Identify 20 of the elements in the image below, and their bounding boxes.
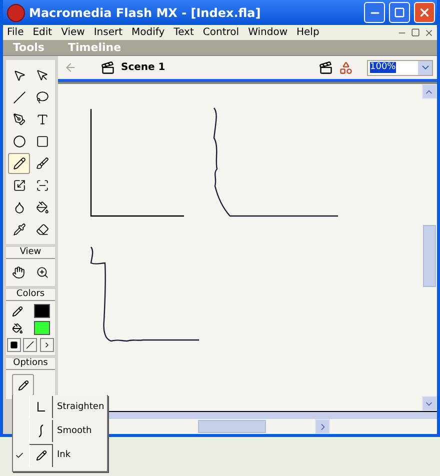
scene-name: Scene 1 xyxy=(121,62,166,73)
menu-item[interactable]: Smooth xyxy=(13,419,107,443)
menu-item[interactable]: Straighten xyxy=(13,395,107,419)
menu-item[interactable]: Control xyxy=(202,27,240,38)
section-label: View xyxy=(6,247,55,259)
panel-title: Tools xyxy=(3,40,58,56)
menu-item[interactable]: Insert xyxy=(94,27,123,38)
menu-item[interactable]: Help xyxy=(296,27,320,38)
menu-item[interactable]: Ink xyxy=(13,443,107,467)
section-label: Options xyxy=(6,358,55,370)
panel-title: Timeline xyxy=(58,40,437,56)
window-title: Macromedia Flash MX - [Index.fla] xyxy=(29,6,262,20)
menu-item[interactable]: Modify xyxy=(132,27,165,38)
menu-item[interactable]: File xyxy=(7,27,24,38)
menu-item[interactable]: Window xyxy=(248,27,288,38)
menu-item[interactable]: View xyxy=(61,27,85,38)
menu-item[interactable]: Edit xyxy=(32,27,52,38)
section-label: Colors xyxy=(6,289,55,301)
zoom-dropdown[interactable]: 100% xyxy=(367,60,433,76)
menu-item[interactable]: Text xyxy=(174,27,194,38)
